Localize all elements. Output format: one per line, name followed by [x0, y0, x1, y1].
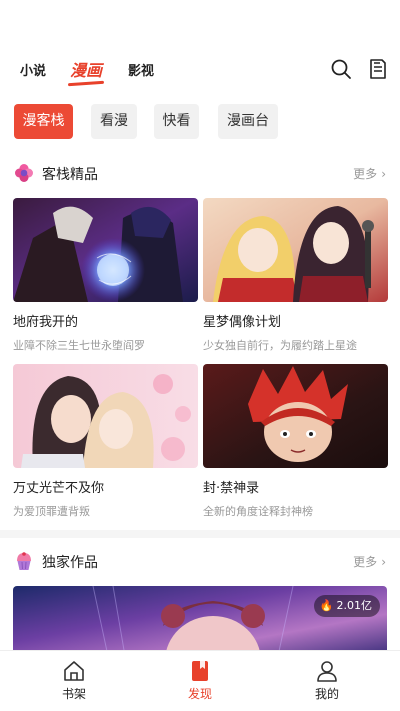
chip-mankezhan[interactable]: 漫客栈 — [14, 104, 73, 139]
comic-card[interactable]: 万丈光芒不及你 为爱顶罪遭背叛 — [13, 364, 198, 519]
bottom-tab-discover[interactable]: 发现 — [170, 651, 230, 711]
section-title: 独家作品 — [42, 555, 98, 571]
chip-kuaikan[interactable]: 快看 — [154, 104, 199, 139]
comic-cover — [203, 364, 388, 468]
section-title: 客栈精品 — [42, 167, 98, 183]
section-header-exclusive: 独家作品 更多 › — [14, 550, 386, 572]
comic-title: 万丈光芒不及你 — [13, 481, 105, 496]
comic-title: 星梦偶像计划 — [203, 315, 282, 330]
bottom-tab-profile[interactable]: 我的 — [297, 651, 357, 711]
comic-desc: 少女独自前行，为履约踏上星途 — [203, 339, 357, 352]
comic-desc: 全新的角度诠释封神榜 — [203, 505, 313, 518]
tab-comic[interactable]: 漫画 — [70, 57, 102, 81]
comic-card[interactable]: 星梦偶像计划 少女独自前行，为履约踏上星途 — [203, 198, 388, 353]
chip-manhuatai[interactable]: 漫画台 — [218, 104, 278, 139]
search-icon[interactable] — [329, 57, 353, 81]
top-nav: 小说 漫画 影视 — [0, 56, 400, 86]
comic-cover — [203, 198, 388, 302]
profile-icon — [315, 659, 339, 683]
bottom-tab-label: 发现 — [187, 687, 212, 701]
history-icon[interactable] — [366, 57, 390, 81]
chevron-right-icon: › — [381, 167, 386, 181]
comic-desc: 业障不除三生七世永堕阎罗 — [13, 339, 145, 352]
comic-title: 封·禁神录 — [203, 481, 260, 496]
more-link[interactable]: 更多 › — [353, 165, 386, 182]
discover-icon — [188, 659, 212, 683]
comic-cover — [13, 364, 198, 468]
chevron-right-icon: › — [381, 555, 386, 569]
bottom-tab-bar: 书架 发现 我的 — [0, 650, 400, 711]
comic-card[interactable]: 封·禁神录 全新的角度诠释封神榜 — [203, 364, 388, 519]
comic-cover — [13, 198, 198, 302]
exclusive-banner[interactable]: 🔥 2.01亿 — [13, 586, 387, 656]
section-divider — [0, 530, 400, 538]
comic-title: 地府我开的 — [13, 315, 79, 330]
bottom-tab-label: 书架 — [61, 687, 86, 701]
bookshelf-icon — [62, 659, 86, 683]
tab-video[interactable]: 影视 — [128, 60, 154, 79]
section-header-featured: 客栈精品 更多 › — [14, 162, 386, 184]
more-link[interactable]: 更多 › — [353, 553, 386, 570]
cupcake-icon — [14, 551, 34, 571]
bottom-tab-bookshelf[interactable]: 书架 — [44, 651, 104, 711]
chip-kanman[interactable]: 看漫 — [91, 104, 137, 139]
fire-icon: 🔥 — [319, 599, 334, 612]
flower-icon — [14, 163, 34, 183]
bottom-tab-label: 我的 — [314, 687, 339, 701]
comic-card[interactable]: 地府我开的 业障不除三生七世永堕阎罗 — [13, 198, 198, 353]
heat-badge: 🔥 2.01亿 — [313, 595, 380, 617]
tab-novel[interactable]: 小说 — [20, 60, 46, 79]
comic-desc: 为爱顶罪遭背叛 — [13, 505, 90, 518]
